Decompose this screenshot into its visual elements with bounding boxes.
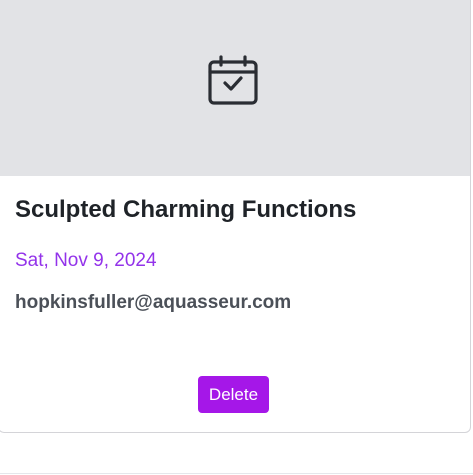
next-card-edge — [0, 473, 473, 474]
calendar-check-icon — [208, 55, 258, 105]
event-email: hopkinsfuller@aquasseur.com — [15, 292, 292, 313]
delete-button[interactable]: Delete — [198, 376, 269, 413]
event-date: Sat, Nov 9, 2024 — [15, 250, 157, 271]
event-title: Sculpted Charming Functions — [15, 196, 357, 223]
event-card: Sculpted Charming Functions Sat, Nov 9, … — [0, 0, 471, 433]
